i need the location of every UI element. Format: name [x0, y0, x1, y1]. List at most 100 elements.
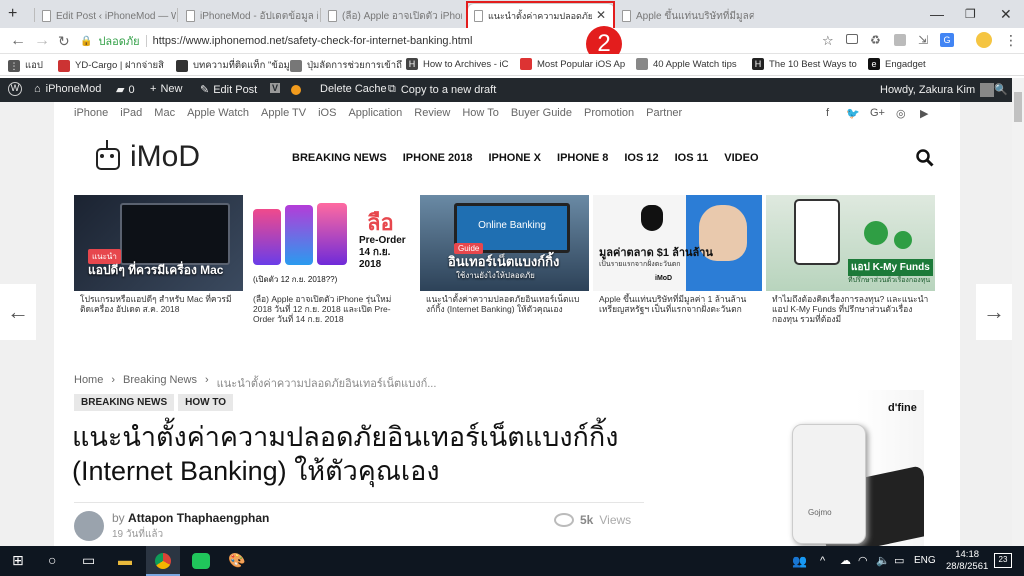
featured-card-3[interactable]: Online Banking Guide อินเทอร์เน็ตแบงก์กิ…: [420, 195, 589, 323]
nav-ios-12[interactable]: IOS 12: [624, 152, 658, 164]
topnav-mac[interactable]: Mac: [154, 107, 175, 119]
tab-2[interactable]: iPhoneMod - อัปเดตข้อมูล iPh: [180, 4, 318, 28]
wp-search-icon[interactable]: 🔍: [994, 83, 1008, 96]
youtube-icon[interactable]: ▶: [920, 107, 928, 120]
facebook-icon[interactable]: f: [826, 107, 829, 119]
battery-icon[interactable]: ▭: [894, 554, 904, 567]
chevron-up-icon[interactable]: ^: [820, 555, 825, 567]
topnav-apple-tv[interactable]: Apple TV: [261, 107, 306, 119]
windows-start-icon[interactable]: ⊞: [12, 552, 24, 569]
nav-ios-11[interactable]: IOS 11: [675, 152, 709, 164]
tag-how-to[interactable]: HOW TO: [178, 394, 234, 411]
featured-card-2[interactable]: ลือ Pre-Order 14 ก.ย. 2018 (เปิดตัว 12 ก…: [247, 195, 416, 324]
scrollbar-thumb[interactable]: [1014, 92, 1022, 122]
notification-icon[interactable]: 23: [994, 553, 1012, 568]
wp-new[interactable]: + New: [150, 83, 182, 95]
profile-avatar[interactable]: [976, 32, 992, 48]
topnav-ios[interactable]: iOS: [318, 107, 336, 119]
translate-icon[interactable]: G: [940, 33, 954, 47]
twitter-icon[interactable]: 🐦: [846, 107, 860, 120]
wp-delete-cache[interactable]: Delete Cache: [320, 83, 387, 95]
window-close-icon[interactable]: ✕: [1000, 6, 1012, 23]
nav-iphone-8[interactable]: IPHONE 8: [557, 152, 608, 164]
topnav-apple-watch[interactable]: Apple Watch: [187, 107, 249, 119]
topnav-iphone[interactable]: iPhone: [74, 107, 108, 119]
reload-icon[interactable]: ↻: [58, 33, 70, 50]
clock[interactable]: 14:18 28/8/2561: [946, 549, 988, 573]
line-app-icon[interactable]: [192, 553, 210, 569]
topnav-buyer-guide[interactable]: Buyer Guide: [511, 107, 572, 119]
scrollbar[interactable]: [1012, 78, 1024, 546]
bookmark-watch[interactable]: 40 Apple Watch tips: [636, 58, 737, 70]
camera-icon[interactable]: [846, 34, 858, 44]
wp-site-link[interactable]: ⌂ iPhoneMod: [34, 83, 101, 95]
next-arrow-icon[interactable]: →: [976, 284, 1012, 340]
nav-breaking-news[interactable]: BREAKING NEWS: [292, 152, 387, 164]
author-avatar[interactable]: [74, 511, 104, 541]
prev-arrow-icon[interactable]: ←: [0, 284, 36, 340]
search-taskbar-icon[interactable]: ○: [48, 552, 56, 568]
tab-5[interactable]: Apple ขึ้นแท่นบริษัทที่มีมูลค่า 1 ...: [616, 4, 754, 28]
instagram-icon[interactable]: ◎: [896, 107, 906, 120]
google-plus-icon[interactable]: G+: [870, 107, 885, 119]
nav-iphone-x[interactable]: IPHONE X: [488, 152, 541, 164]
new-tab-plus-icon[interactable]: +: [8, 5, 17, 23]
chrome-task[interactable]: [146, 546, 180, 576]
wp-v[interactable]: V: [270, 83, 281, 93]
wordpress-icon[interactable]: W: [8, 82, 22, 96]
topnav-review[interactable]: Review: [414, 107, 450, 119]
menu-dots-icon[interactable]: ⋮: [1004, 32, 1018, 49]
wp-copy-draft[interactable]: ⧉ Copy to a new draft: [388, 83, 496, 96]
restore-icon[interactable]: ❐: [965, 7, 976, 21]
nav-video[interactable]: VIDEO: [724, 152, 758, 164]
bookmark-apps[interactable]: ⋮ แอป: [8, 58, 43, 73]
address-bar[interactable]: 🔒 ปลอดภัย https://www.iphonemod.net/safe…: [80, 31, 840, 51]
bookmark-best-ways[interactable]: H The 10 Best Ways to: [752, 58, 857, 70]
ad-device-label: Gojmo: [808, 508, 832, 517]
bookmark-popular[interactable]: Most Popular iOS Ap: [520, 58, 625, 70]
back-icon[interactable]: ←: [10, 32, 26, 50]
wifi-icon[interactable]: ◠: [858, 554, 868, 567]
star-icon[interactable]: ☆: [822, 33, 834, 49]
featured-card-5[interactable]: แอป K-My Funds ที่ปรึกษาส่วนตัวเรื่องกอง…: [766, 195, 935, 324]
nav-iphone-2018[interactable]: IPHONE 2018: [403, 152, 473, 164]
recycle-icon[interactable]: ♻: [870, 33, 881, 47]
wp-edit-post[interactable]: ✎ Edit Post: [200, 83, 257, 97]
bookmark-ydcargo[interactable]: YD-Cargo | ฝากจ่ายสิ: [58, 58, 164, 73]
task-view-icon[interactable]: ▭: [82, 552, 95, 569]
topnav-application[interactable]: Application: [348, 107, 402, 119]
minimize-icon[interactable]: —: [930, 6, 944, 22]
volume-icon[interactable]: 🔈: [876, 554, 890, 567]
sidebar-advertisement[interactable]: d'fine Gojmo: [700, 390, 924, 546]
seo-status-dot[interactable]: [291, 85, 301, 95]
featured-card-4[interactable]: มูลค่าตลาด $1 ล้านล้าน เป็นรายแรกจากฝั่ง…: [593, 195, 762, 323]
file-explorer-icon[interactable]: ▬: [118, 552, 132, 568]
tab-1[interactable]: Edit Post ‹ iPhoneMod — Wo: [36, 4, 176, 28]
bookmark-tag-article[interactable]: บทความที่ติดแท็ก "ข้อมู: [176, 58, 290, 73]
copy-icon: ⧉: [388, 83, 396, 95]
featured-card-1[interactable]: แนะนำ แอปดีๆ ที่ควรมีเครื่อง Mac โปรแกรม…: [74, 195, 243, 323]
cloud-icon[interactable]: ☁: [840, 554, 851, 567]
bookmark-howto[interactable]: H How to Archives - iC: [406, 58, 509, 70]
extension-icon[interactable]: [894, 34, 906, 46]
topnav-ipad[interactable]: iPad: [120, 107, 142, 119]
language-indicator[interactable]: ENG: [914, 555, 936, 566]
topnav-howto[interactable]: How To: [462, 107, 498, 119]
tab-3[interactable]: (ลือ) Apple อาจเปิดตัว iPhone: [322, 4, 462, 28]
author-name[interactable]: Attapon Thaphaengphan: [128, 511, 269, 525]
wp-comments[interactable]: ▰ 0: [116, 83, 135, 97]
topnav-partner[interactable]: Partner: [646, 107, 682, 119]
wp-account[interactable]: Howdy, Zakura Kim: [880, 83, 995, 97]
paint-icon[interactable]: 🎨: [228, 552, 245, 569]
bookmark-engadget[interactable]: e Engadget: [868, 58, 926, 70]
bookmark-accessibility[interactable]: ปุ่มลัดการช่วยการเข้าถึ: [290, 58, 402, 73]
topnav-promotion[interactable]: Promotion: [584, 107, 634, 119]
tag-breaking-news[interactable]: BREAKING NEWS: [74, 394, 175, 411]
dropbox-icon[interactable]: ⇲: [918, 33, 928, 47]
crumb-breaking-news[interactable]: Breaking News: [123, 374, 197, 392]
site-logo[interactable]: iMoD: [92, 140, 200, 174]
crumb-home[interactable]: Home: [74, 374, 103, 392]
people-icon[interactable]: 👥: [792, 554, 807, 568]
forward-icon[interactable]: →: [34, 32, 50, 50]
search-icon[interactable]: [916, 149, 934, 167]
